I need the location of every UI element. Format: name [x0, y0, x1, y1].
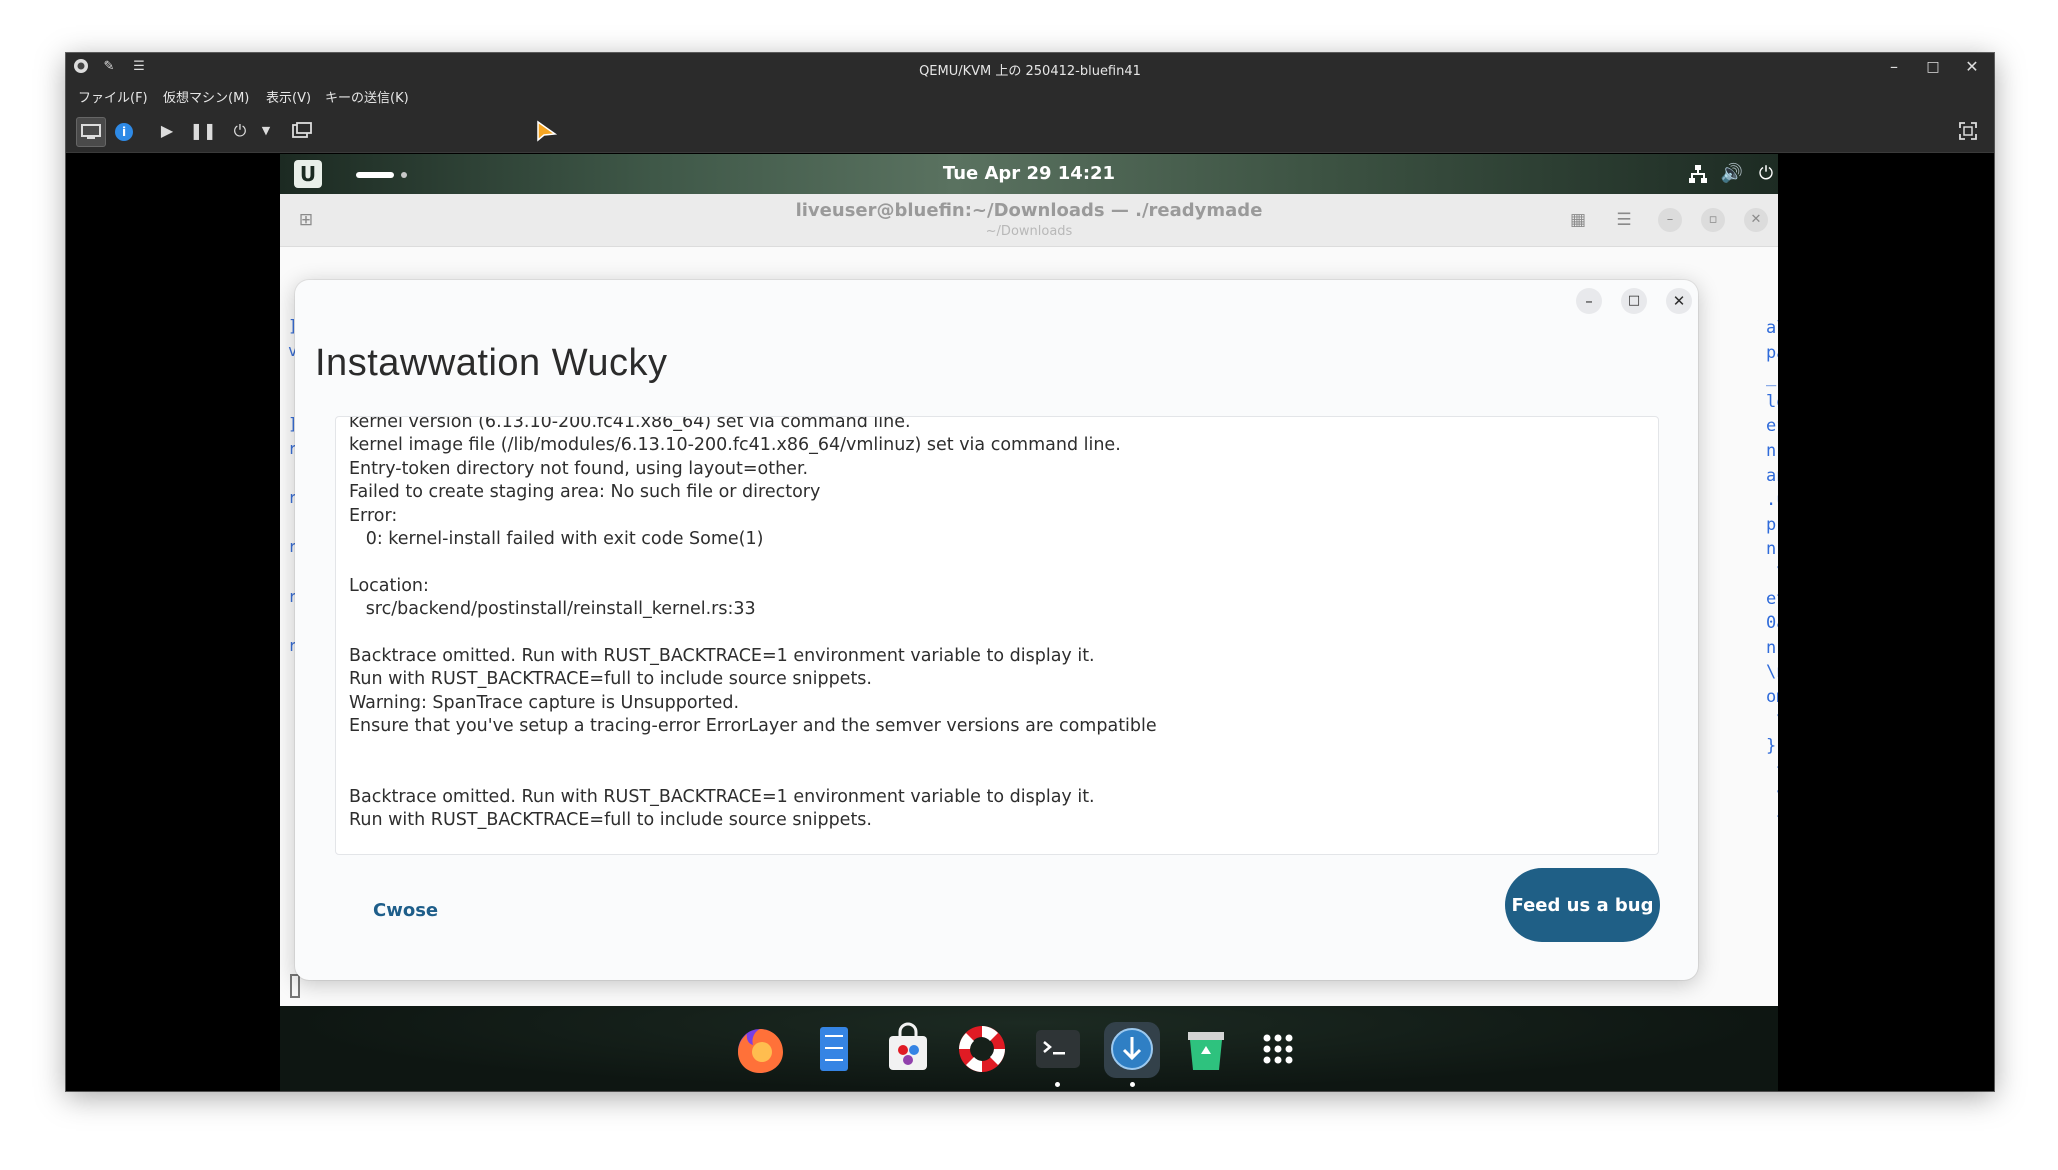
network-icon[interactable] [1686, 162, 1710, 186]
menu-view[interactable]: 表示(V) [266, 87, 311, 106]
screenshot-icon[interactable] [288, 117, 316, 145]
info-icon[interactable]: i [110, 117, 138, 145]
guest-screen: U Tue Apr 29 14:21 🔊 ⏻ ⊞ liveuser@bluefi… [280, 154, 1778, 1091]
close-dialog-button[interactable]: Cwose [353, 886, 458, 936]
power-icon[interactable]: ⏻ [1754, 162, 1778, 186]
terminal-icon[interactable] [1030, 1022, 1086, 1078]
terminal-subtitle: ~/Downloads [985, 224, 1073, 239]
error-dialog: – □ ✕ Instawwation Wucky kernel version … [295, 280, 1698, 980]
terminal-minimize-button[interactable]: – [1658, 208, 1682, 232]
software-store-icon[interactable] [880, 1022, 936, 1078]
help-icon[interactable] [954, 1022, 1010, 1078]
error-log-text: kernel version (6.13.10-200.fc41.x86_64)… [349, 416, 1157, 830]
power-icon[interactable]: ⏻ [226, 117, 254, 145]
dialog-close-button[interactable]: ✕ [1666, 288, 1692, 314]
files-icon[interactable] [806, 1022, 862, 1078]
dialog-title: Instawwation Wucky [315, 342, 668, 384]
terminal-title: liveuser@bluefin:~/Downloads — ./readyma… [795, 200, 1263, 221]
dialog-maximize-button[interactable]: □ [1621, 288, 1647, 314]
chevron-down-icon[interactable]: ▼ [252, 117, 280, 145]
menu-send-key[interactable]: キーの送信(K) [325, 87, 409, 106]
mouse-cursor-icon [536, 120, 558, 148]
terminal-cursor [290, 974, 300, 998]
toolbar: i ▶ ❚❚ ⏻ ▼ [66, 108, 1994, 153]
menu-vm[interactable]: 仮想マシン(M) [163, 87, 249, 106]
display-icon[interactable] [76, 117, 106, 147]
trash-icon[interactable] [1178, 1022, 1234, 1078]
tab-overview-icon[interactable]: ▦ [1566, 208, 1590, 232]
terminal-right-text: all wi path: _key: lowed_ ef: No nstall … [1766, 318, 1778, 830]
running-indicator [1055, 1082, 1060, 1087]
window-title: QEMU/KVM 上の 250412-bluefin41 [919, 64, 1141, 79]
dock [280, 1006, 1778, 1091]
play-icon[interactable]: ▶ [153, 117, 181, 145]
gnome-topbar: U Tue Apr 29 14:21 🔊 ⏻ [280, 154, 1778, 194]
dialog-minimize-button[interactable]: – [1576, 288, 1602, 314]
installer-icon[interactable] [1104, 1022, 1160, 1078]
hamburger-menu-icon[interactable]: ☰ [1612, 208, 1636, 232]
terminal-maximize-button[interactable]: ▫ [1701, 208, 1725, 232]
running-indicator [1130, 1082, 1135, 1087]
volume-icon[interactable]: 🔊 [1720, 162, 1744, 186]
qemu-window: ✎ ☰ QEMU/KVM 上の 250412-bluefin41 – □ ✕ フ… [66, 53, 1994, 1091]
report-bug-button[interactable]: Feed us a bug [1505, 868, 1660, 942]
pause-icon[interactable]: ❚❚ [189, 117, 217, 145]
menu-file[interactable]: ファイル(F) [78, 87, 148, 106]
menubar: ファイル(F) 仮想マシン(M) 表示(V) キーの送信(K) [66, 82, 1994, 108]
error-log[interactable]: kernel version (6.13.10-200.fc41.x86_64)… [335, 416, 1659, 855]
terminal-close-button[interactable]: ✕ [1744, 208, 1768, 232]
fullscreen-icon[interactable] [1954, 117, 1982, 145]
minimize-button[interactable]: – [1882, 55, 1906, 79]
maximize-button[interactable]: □ [1921, 55, 1945, 79]
terminal-window: ⊞ liveuser@bluefin:~/Downloads — ./ready… [280, 194, 1778, 1006]
clock[interactable]: Tue Apr 29 14:21 [280, 163, 1778, 184]
app-grid-icon[interactable] [1250, 1022, 1306, 1078]
close-button[interactable]: ✕ [1960, 55, 1984, 79]
terminal-header: ⊞ liveuser@bluefin:~/Downloads — ./ready… [280, 194, 1778, 247]
qemu-titlebar: ✎ ☰ QEMU/KVM 上の 250412-bluefin41 – □ ✕ [66, 53, 1994, 82]
firefox-icon[interactable] [732, 1022, 788, 1078]
